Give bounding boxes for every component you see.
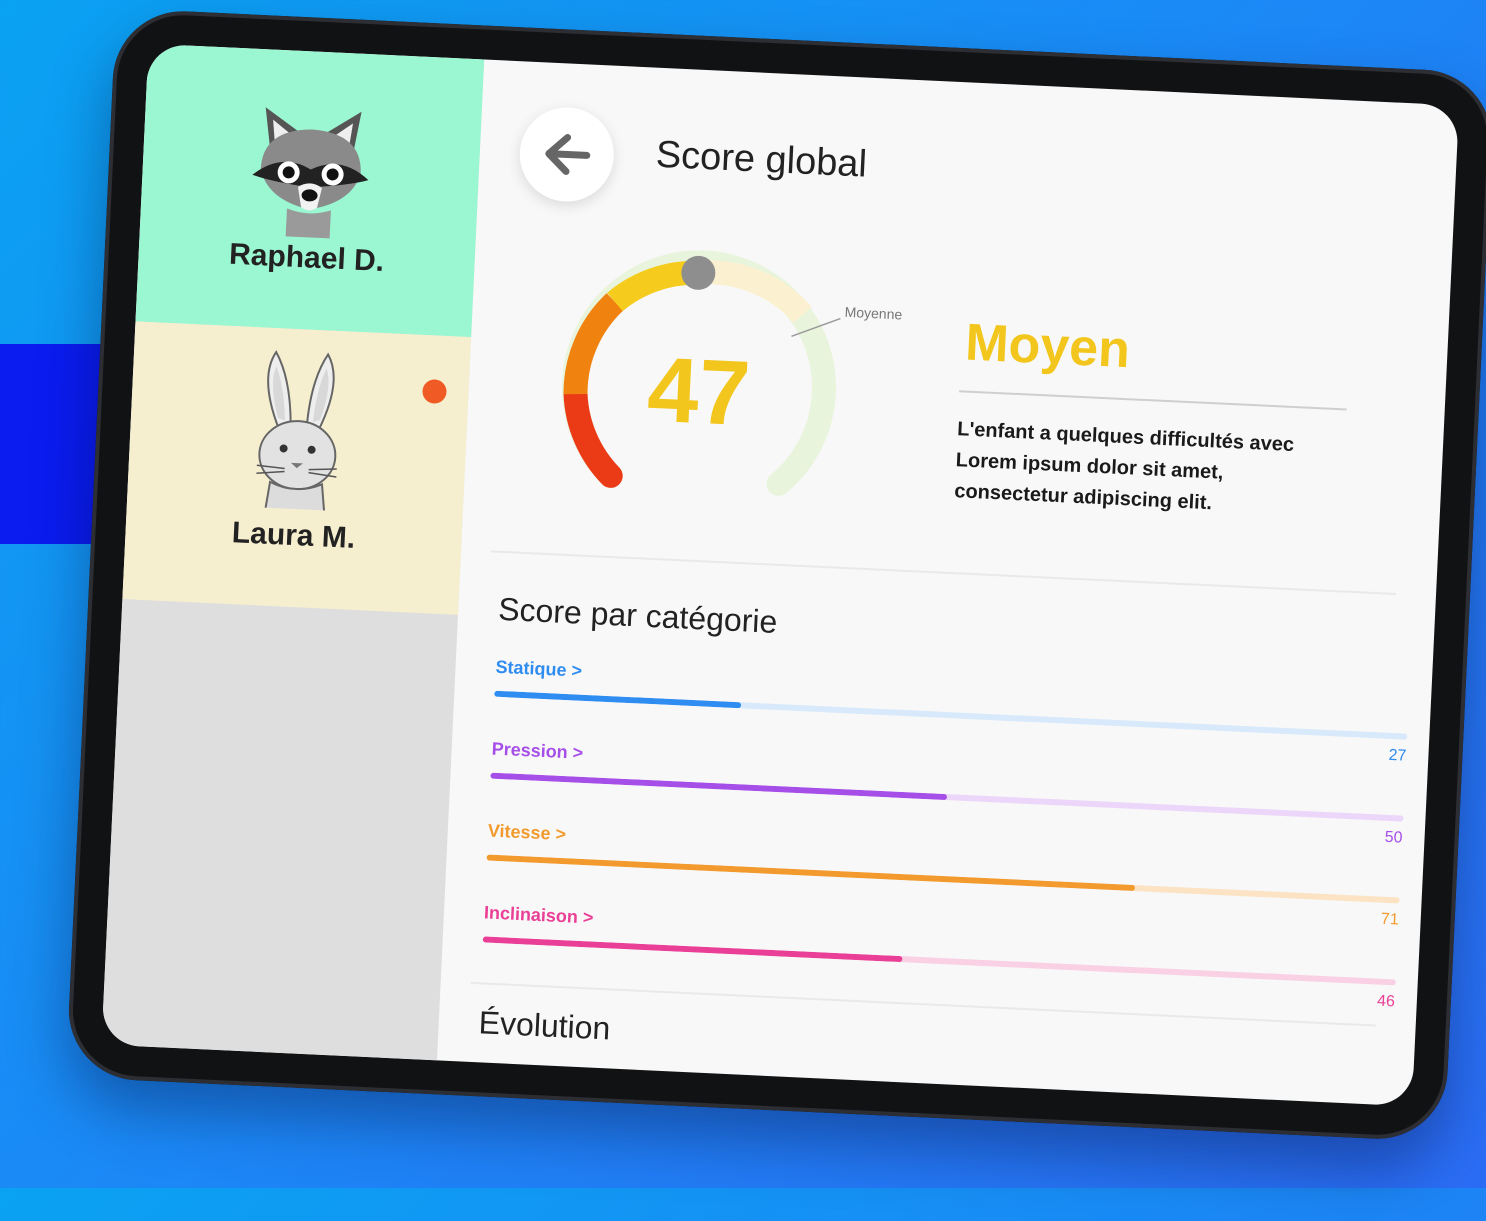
category-fill [490,772,948,801]
tablet-frame: Raphael D. Laura M. Score global Moyenne… [65,8,1486,1142]
category-value: 46 [1376,992,1396,1011]
page-title: Score global [654,133,868,186]
score-level: Moyen [964,313,1132,380]
category-label: Pression > [491,738,584,763]
level-divider [959,390,1347,411]
raccoon-icon [252,107,369,239]
average-label: Moyenne [844,304,902,323]
notification-dot [421,378,448,405]
score-gauge: Moyenne 47 [562,250,903,496]
profile-name: Raphael D. [228,237,385,278]
category-label: Inclinaison > [483,902,594,928]
arrow-left-icon [545,134,591,175]
score-description: L'enfant a quelques difficultés avec Lor… [953,418,1295,515]
category-value: 71 [1380,910,1400,929]
profile-name: Laura M. [231,516,356,555]
category-track [482,936,1396,986]
category-value: 27 [1388,746,1407,765]
category-label: Statique > [495,656,583,681]
category-track [490,772,1404,822]
category-fill [482,936,903,963]
category-label: Vitesse > [487,820,567,845]
score-panel: Score global Moyenne 47 Moyen L'enfant a… [437,59,1459,1106]
rabbit-icon [256,350,337,513]
score-value: 47 [645,339,752,446]
evolution-title: Évolution [477,1004,612,1047]
back-button[interactable] [517,105,616,204]
category-track [486,854,1400,904]
profile-card-raphael[interactable]: Raphael D. [135,43,485,338]
profiles-sidebar: Raphael D. Laura M. [101,43,485,1061]
category-fill [494,690,741,709]
category-track [494,690,1408,740]
section-divider [490,550,1397,596]
profile-card-laura[interactable]: Laura M. [122,321,472,615]
category-value: 50 [1384,828,1403,847]
tablet-screen: Raphael D. Laura M. Score global Moyenne… [101,43,1460,1107]
scene: Raphael D. Laura M. Score global Moyenne… [0,0,1486,1221]
categories-title: Score par catégorie [497,590,779,640]
category-fill [486,854,1135,892]
